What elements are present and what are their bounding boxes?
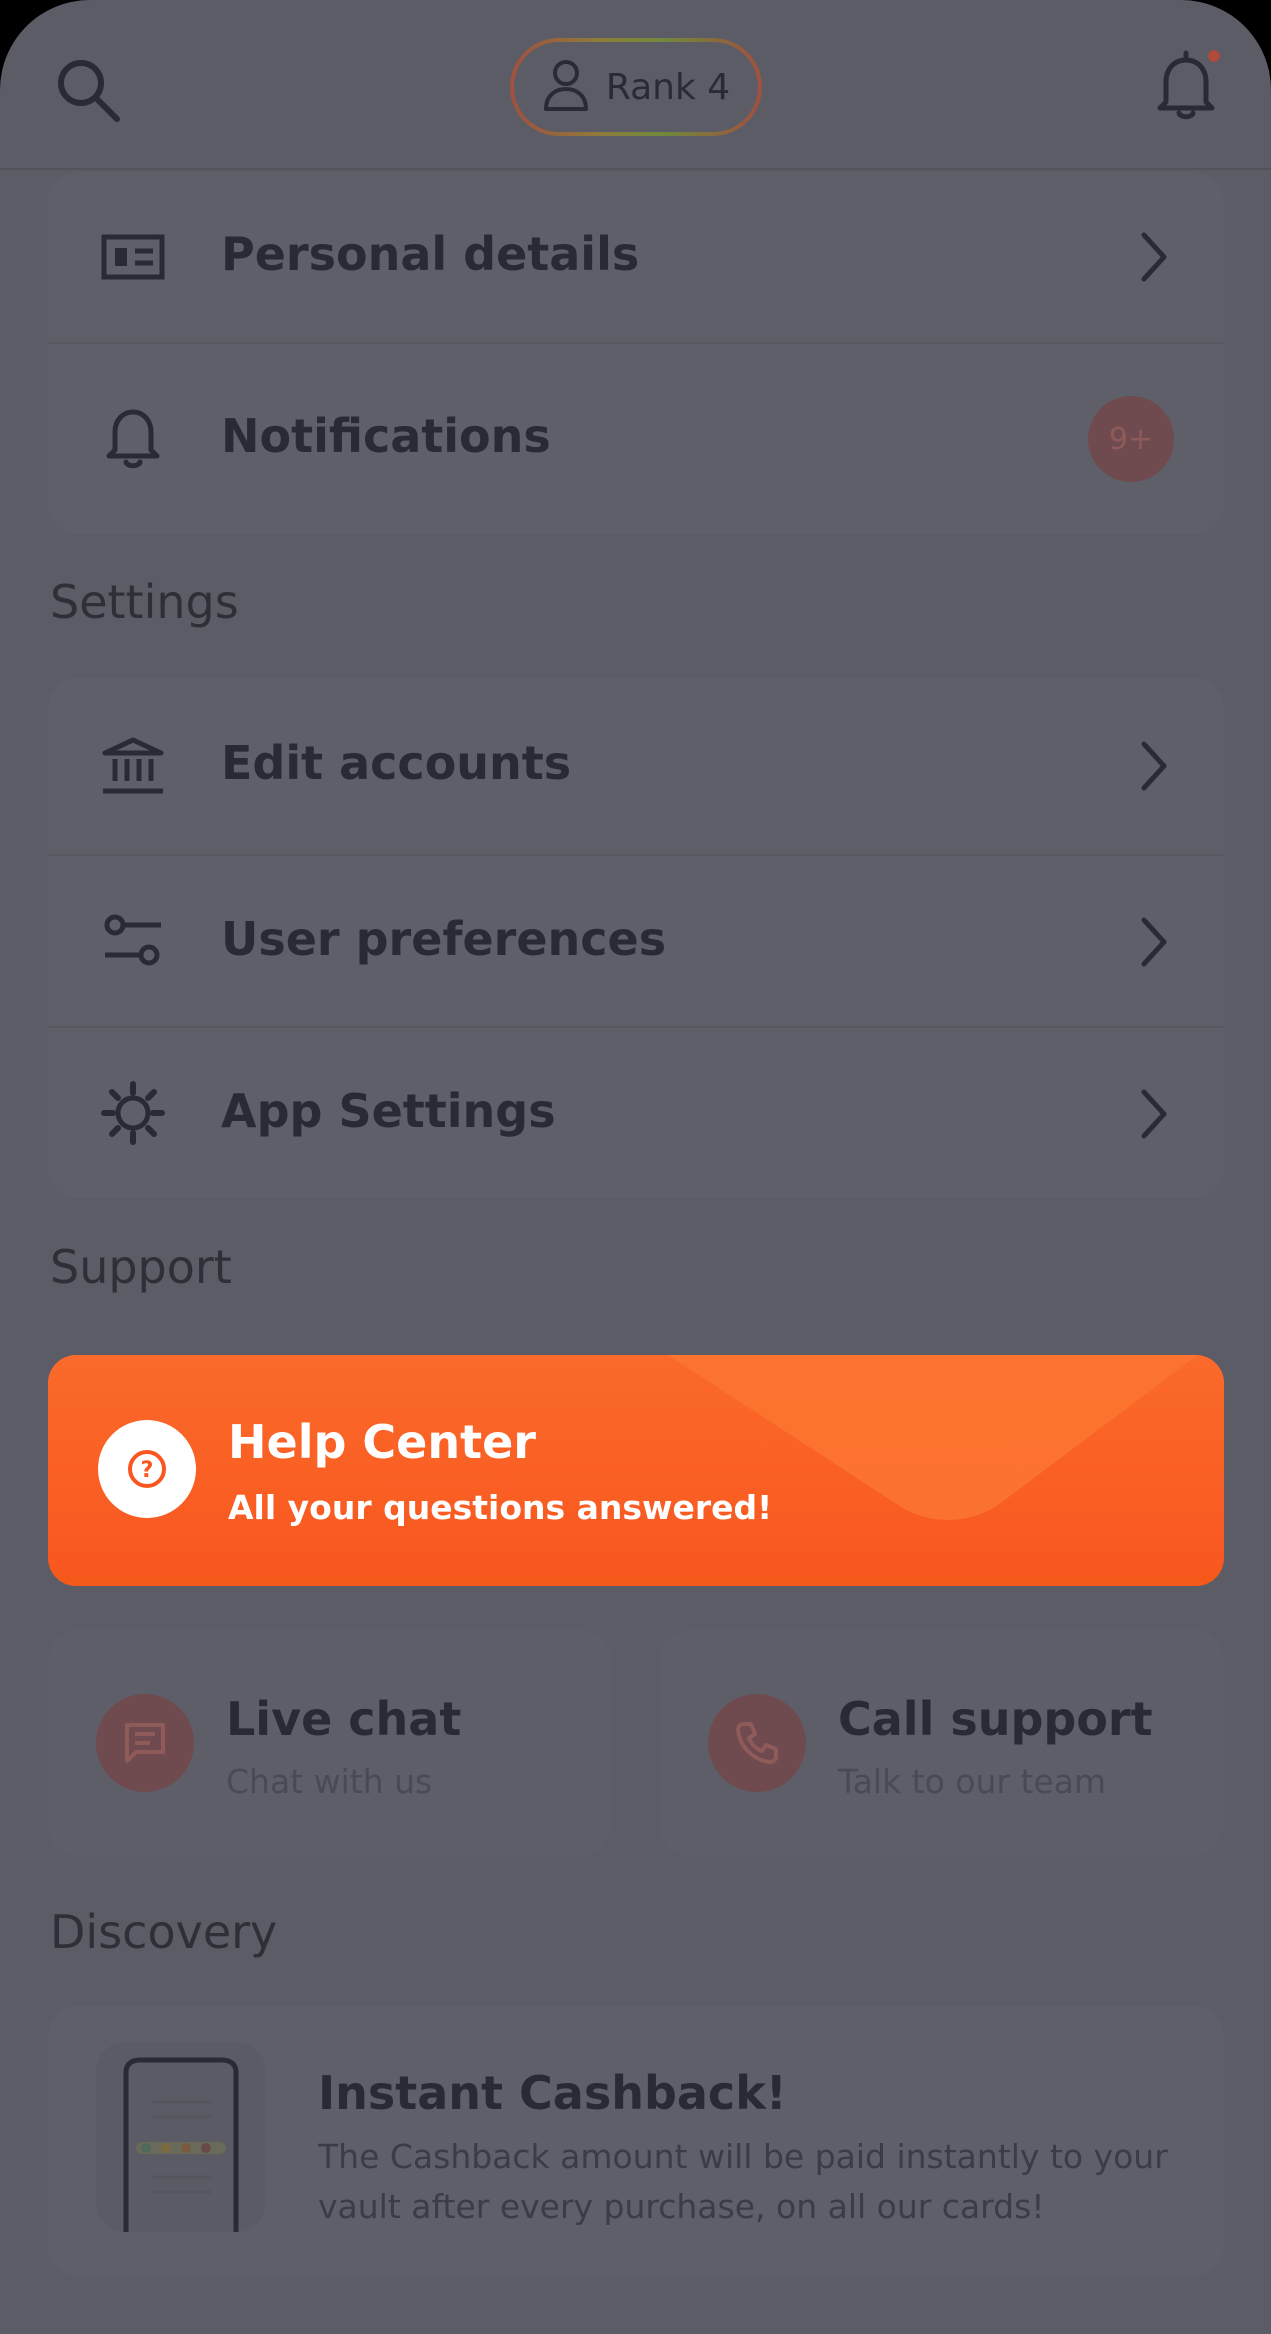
question-mark-icon: ? xyxy=(98,1420,196,1518)
edit-accounts-label: Edit accounts xyxy=(221,736,572,790)
chevron-right-icon xyxy=(1134,912,1174,972)
top-bar: Rank 4 xyxy=(0,0,1271,170)
search-icon[interactable] xyxy=(48,50,128,130)
notifications-row[interactable]: Notifications 9+ xyxy=(48,342,1224,534)
cashback-promo-card[interactable]: Instant Cashback! The Cashback amount wi… xyxy=(48,2006,1224,2276)
chevron-right-icon xyxy=(1134,736,1174,796)
svg-text:?: ? xyxy=(141,1458,154,1483)
bell-icon xyxy=(100,404,166,470)
banner-wave-decoration xyxy=(668,1355,1198,1520)
notification-dot xyxy=(1208,50,1220,62)
chat-icon xyxy=(96,1694,194,1792)
live-chat-subtitle: Chat with us xyxy=(226,1762,433,1801)
live-chat-title: Live chat xyxy=(226,1692,462,1746)
chevron-right-icon xyxy=(1134,1084,1174,1144)
call-support-title: Call support xyxy=(838,1692,1153,1746)
cashback-title: Instant Cashback! xyxy=(318,2066,787,2120)
settings-card: Edit accounts User preferences App Setti… xyxy=(48,678,1224,1198)
settings-section-title: Settings xyxy=(50,575,239,629)
phone-illustration-icon xyxy=(96,2042,266,2232)
user-icon xyxy=(542,57,590,117)
user-preferences-row[interactable]: User preferences xyxy=(48,854,1224,1026)
user-preferences-label: User preferences xyxy=(221,912,667,966)
rank-button[interactable]: Rank 4 xyxy=(510,38,762,136)
help-center-subtitle: All your questions answered! xyxy=(228,1488,773,1527)
discovery-section-title: Discovery xyxy=(50,1905,278,1959)
live-chat-card[interactable]: Live chat Chat with us xyxy=(48,1630,611,1856)
bank-icon xyxy=(100,733,166,799)
rank-label: Rank 4 xyxy=(605,66,731,108)
id-card-icon xyxy=(100,224,166,290)
app-settings-label: App Settings xyxy=(221,1084,556,1138)
notification-count-badge: 9+ xyxy=(1088,396,1174,482)
app-settings-row[interactable]: App Settings xyxy=(48,1026,1224,1198)
cashback-description: The Cashback amount will be paid instant… xyxy=(318,2137,1168,2226)
help-center-title: Help Center xyxy=(228,1415,536,1469)
support-section-title: Support xyxy=(50,1240,232,1294)
gear-icon xyxy=(100,1080,166,1146)
call-support-subtitle: Talk to our team xyxy=(838,1762,1107,1801)
call-support-card[interactable]: Call support Talk to our team xyxy=(660,1630,1223,1856)
chevron-right-icon xyxy=(1134,227,1174,287)
account-card: Personal details Notifications 9+ xyxy=(48,172,1224,534)
personal-details-row[interactable]: Personal details xyxy=(48,172,1224,342)
personal-details-label: Personal details xyxy=(221,227,640,281)
notifications-label: Notifications xyxy=(221,409,551,463)
profile-screen: Rank 4 Personal details Notifications 9+… xyxy=(0,0,1271,2334)
sliders-icon xyxy=(100,908,166,974)
help-center-banner[interactable]: ? Help Center All your questions answere… xyxy=(48,1355,1224,1586)
phone-icon xyxy=(708,1694,806,1792)
edit-accounts-row[interactable]: Edit accounts xyxy=(48,678,1224,854)
